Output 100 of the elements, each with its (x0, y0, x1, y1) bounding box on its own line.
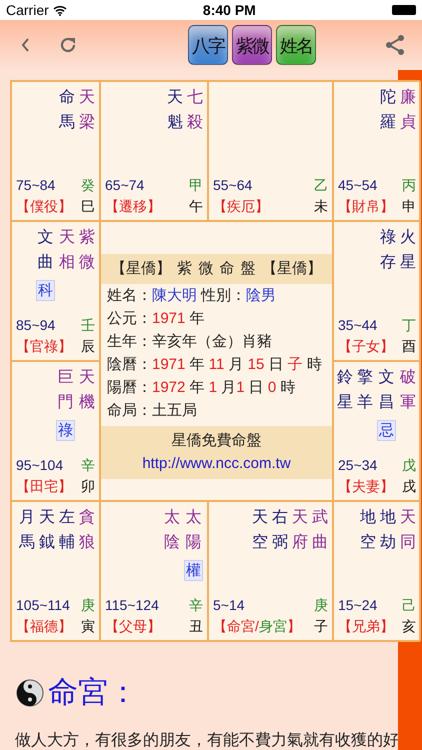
star-name: 鈴星 (337, 368, 353, 413)
star-name: 地劫 (380, 508, 396, 553)
palace-label: 【僕役】 (16, 197, 72, 216)
age-range: 15~24 (338, 596, 378, 615)
transform-tag: 權 (184, 560, 203, 582)
info-line: 陽曆：1972 年 1 月 1 日 0 時 (106, 378, 296, 398)
yin-yang-icon (16, 678, 44, 706)
status-time: 8:40 PM (202, 0, 256, 20)
stem-label: 乙 (314, 176, 328, 195)
app-button[interactable]: 八字 (188, 25, 228, 65)
stem-label: 丙 (402, 176, 416, 195)
palace-label: 【兄弟】 (338, 617, 394, 636)
palace-label: 【官祿】 (16, 337, 72, 356)
stem-label: 庚 (314, 596, 328, 615)
branch-label: 丑 (189, 617, 203, 636)
branch-label: 亥 (402, 617, 416, 636)
star-name: 太陽 (186, 508, 202, 553)
age-range: 75~84 (16, 176, 56, 195)
star-name: 天同 (400, 508, 416, 553)
star-name: 地空 (360, 508, 376, 553)
star-name: 天空 (252, 508, 268, 553)
star-name: 文昌 (378, 368, 394, 413)
stem-label: 丁 (402, 316, 416, 335)
refresh-icon[interactable] (58, 35, 78, 55)
branch-label: 巳 (81, 197, 95, 216)
star-name: 太陰 (164, 508, 180, 553)
star-name: 天相 (59, 228, 75, 273)
branch-label: 辰 (81, 337, 95, 356)
star-name: 左輔 (59, 508, 75, 553)
stem-label: 辛 (81, 456, 95, 475)
star-name: 祿存 (380, 228, 396, 273)
age-range: 45~54 (338, 176, 378, 195)
palace-label: 【命宮/身宮】 (213, 617, 301, 636)
branch-label: 戌 (402, 477, 416, 496)
palace-label: 【福德】 (16, 617, 72, 636)
age-range: 115~124 (105, 596, 159, 615)
stem-label: 壬 (81, 316, 95, 335)
battery-icon (392, 5, 416, 15)
branch-label: 子 (314, 617, 328, 636)
age-range: 85~94 (16, 316, 56, 335)
transform-tag: 科 (36, 280, 55, 302)
palace-label: 【夫妻】 (338, 477, 394, 496)
branch-label: 酉 (402, 337, 416, 356)
info-line: 命局：土五局 (106, 401, 198, 421)
age-range: 65~74 (105, 176, 144, 195)
age-range: 105~114 (16, 596, 70, 615)
branch-label: 卯 (81, 477, 95, 496)
palace-label: 【疾厄】 (213, 197, 269, 216)
share-icon[interactable] (384, 34, 406, 56)
carrier-label: Carrier (6, 0, 49, 20)
branch-label: 寅 (81, 617, 95, 636)
star-name: 陀羅 (380, 88, 396, 133)
stem-label: 甲 (189, 176, 203, 195)
branch-label: 未 (314, 197, 328, 216)
branch-label: 午 (189, 197, 203, 216)
info-line: 陰曆：1971 年 11 月 15 日 子 時 (106, 355, 323, 375)
palace-label: 【父母】 (105, 617, 161, 636)
app-button[interactable]: 紫微 (232, 25, 272, 65)
chart-title: 【星僑】 紫 微 命 盤 【星僑】 (101, 254, 332, 284)
star-name: 貪狼 (79, 508, 95, 553)
star-name: 天梁 (79, 88, 95, 133)
website-link[interactable]: http://www.ncc.com.tw (142, 454, 291, 472)
palace-label: 【遷移】 (105, 197, 161, 216)
transform-tag: 祿 (56, 420, 75, 442)
back-icon[interactable] (20, 37, 30, 53)
info-line: 姓名：陳大明 性別：陰男 (106, 286, 278, 306)
section-heading: 命宮： (48, 675, 138, 711)
stem-label: 戊 (402, 456, 416, 475)
palace-label: 【田宅】 (16, 477, 72, 496)
star-name: 破軍 (400, 368, 416, 413)
palace-label: 【子女】 (338, 337, 394, 356)
age-range: 55~64 (213, 176, 252, 195)
star-name: 武曲 (312, 508, 328, 553)
info-line: 公元：1971 年 (106, 309, 206, 329)
wifi-icon (52, 4, 67, 16)
stem-label: 庚 (81, 596, 95, 615)
palace-label: 【財帛】 (338, 197, 394, 216)
star-name: 天府 (292, 508, 308, 553)
age-range: 5~14 (213, 596, 245, 615)
age-range: 25~34 (338, 456, 378, 475)
age-range: 35~44 (338, 316, 378, 335)
star-name: 文曲 (38, 228, 54, 273)
branch-label: 申 (402, 197, 416, 216)
star-name: 擎羊 (357, 368, 373, 413)
star-name: 紫微 (79, 228, 95, 273)
star-name: 天魁 (167, 88, 183, 133)
footer-title: 星僑免費命盤 (170, 431, 262, 451)
app-button[interactable]: 姓名 (276, 25, 316, 65)
star-name: 右弼 (272, 508, 288, 553)
age-range: 95~104 (16, 456, 64, 475)
star-name: 月馬 (19, 508, 35, 553)
star-name: 巨門 (58, 368, 74, 413)
star-name: 命馬 (59, 88, 75, 133)
star-name: 天機 (79, 368, 95, 413)
info-line: 生年：辛亥年（金）肖豬 (106, 332, 273, 352)
star-name: 廉貞 (400, 88, 416, 133)
star-name: 天鉞 (39, 508, 55, 553)
stem-label: 癸 (81, 176, 95, 195)
stem-label: 己 (402, 596, 416, 615)
star-name: 火星 (400, 228, 416, 273)
